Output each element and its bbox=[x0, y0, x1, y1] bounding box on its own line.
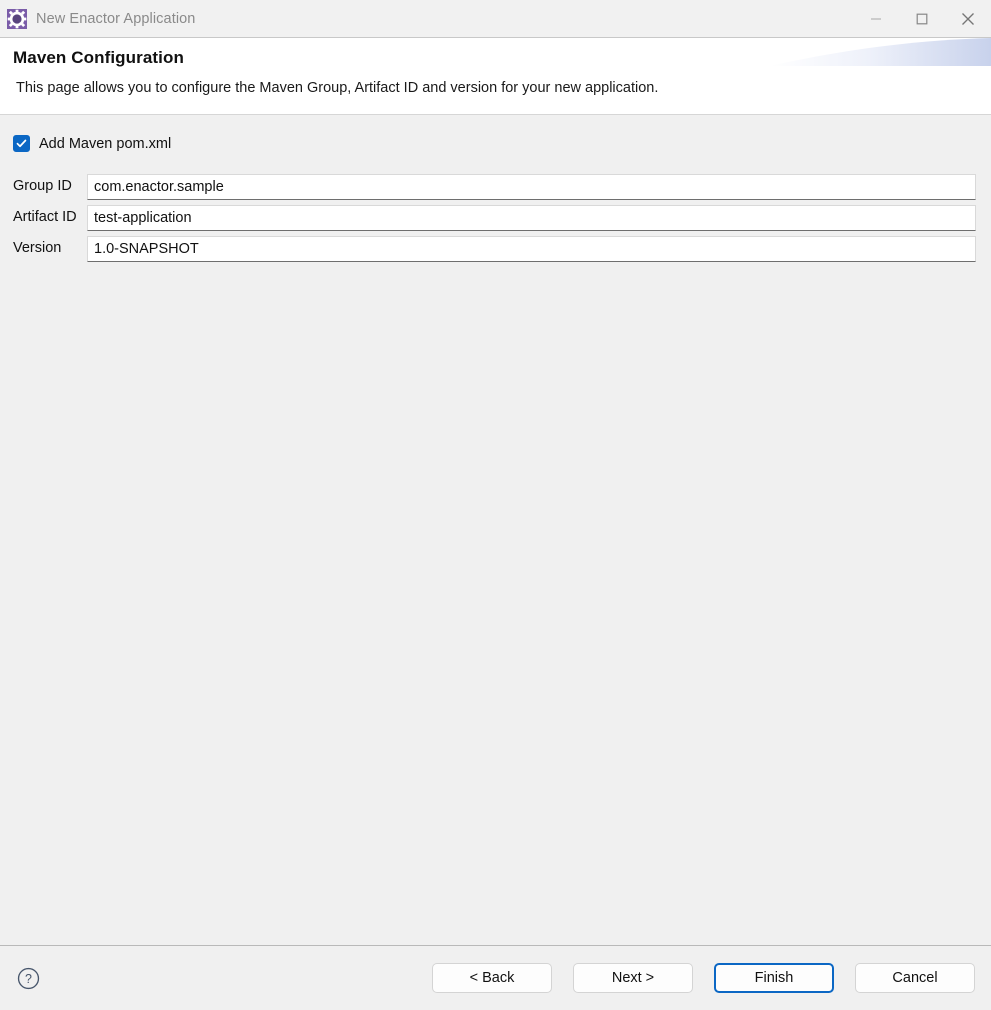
page-title: Maven Configuration bbox=[13, 48, 184, 67]
help-circle-icon[interactable]: ? bbox=[17, 967, 40, 990]
footer-buttons: < Back Next > Finish Cancel bbox=[432, 963, 975, 993]
add-maven-pom-checkbox-row[interactable]: Add Maven pom.xml bbox=[13, 135, 171, 152]
enactor-gear-icon bbox=[7, 8, 27, 29]
maven-form: Group ID Artifact ID Version bbox=[0, 171, 991, 264]
maximize-button[interactable] bbox=[899, 0, 945, 38]
title-bar: New Enactor Application bbox=[0, 0, 991, 38]
close-button[interactable] bbox=[945, 0, 991, 38]
back-button[interactable]: < Back bbox=[432, 963, 552, 993]
maximize-icon bbox=[916, 13, 928, 24]
form-row-group-id: Group ID bbox=[0, 171, 991, 202]
group-id-input[interactable] bbox=[87, 173, 976, 200]
version-label: Version bbox=[13, 240, 62, 257]
page-header: Maven Configuration This page allows you… bbox=[0, 38, 991, 115]
finish-button[interactable]: Finish bbox=[714, 963, 834, 993]
minimize-button[interactable] bbox=[853, 0, 899, 38]
window-title: New Enactor Application bbox=[36, 10, 196, 27]
version-input[interactable] bbox=[87, 235, 976, 262]
form-row-version: Version bbox=[0, 233, 991, 264]
artifact-id-input[interactable] bbox=[87, 204, 976, 231]
next-button[interactable]: Next > bbox=[573, 963, 693, 993]
cancel-button[interactable]: Cancel bbox=[855, 963, 975, 993]
form-row-artifact-id: Artifact ID bbox=[0, 202, 991, 233]
check-icon bbox=[16, 139, 27, 148]
page-description: This page allows you to configure the Ma… bbox=[16, 80, 659, 96]
group-id-label: Group ID bbox=[13, 178, 72, 195]
svg-text:?: ? bbox=[25, 972, 32, 986]
minimize-icon bbox=[871, 17, 881, 20]
add-maven-pom-checkbox[interactable] bbox=[13, 135, 30, 152]
dialog-window: New Enactor Application Maven Configurat… bbox=[0, 0, 991, 1010]
dialog-body: Add Maven pom.xml Group ID Artifact ID V… bbox=[0, 115, 991, 945]
window-controls bbox=[853, 0, 991, 38]
header-decoration bbox=[769, 38, 991, 66]
dialog-footer: ? < Back Next > Finish Cancel bbox=[0, 945, 991, 1010]
close-icon bbox=[962, 12, 974, 25]
artifact-id-label: Artifact ID bbox=[13, 209, 77, 226]
add-maven-pom-label: Add Maven pom.xml bbox=[39, 135, 172, 152]
